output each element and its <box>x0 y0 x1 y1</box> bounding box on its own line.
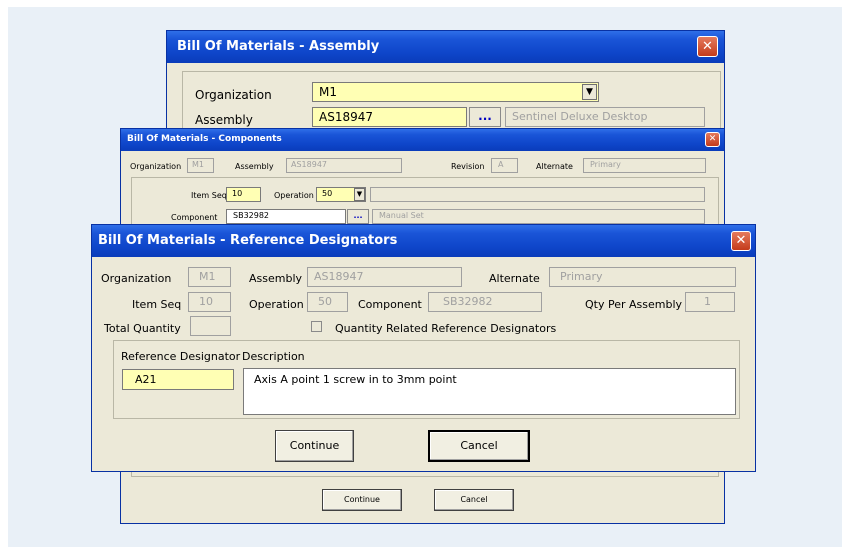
qty-per-assembly-label: Qty Per Assembly <box>585 298 683 311</box>
item-seq-field: 10 <box>188 292 231 312</box>
assembly-window: Bill Of Materials - Assembly ✕ Organizat… <box>166 30 725 140</box>
organization-label: Organization <box>130 162 182 171</box>
ref-designator-header: Reference Designator <box>121 350 241 363</box>
item-seq-label: Item Seq <box>191 191 227 200</box>
component-label: Component <box>358 298 422 311</box>
item-seq-input[interactable]: 10 <box>226 187 261 202</box>
total-quantity-field <box>190 316 231 336</box>
assembly-label: Assembly <box>235 162 274 171</box>
close-icon[interactable]: ✕ <box>697 36 718 57</box>
component-field: SB32982 <box>428 292 542 312</box>
refdes-titlebar[interactable]: Bill Of Materials - Reference Designator… <box>92 225 755 257</box>
organization-label: Organization <box>195 88 272 102</box>
organization-select[interactable]: M1 <box>312 82 599 102</box>
chevron-down-icon[interactable]: ▼ <box>582 84 597 100</box>
close-icon[interactable]: ✕ <box>731 231 751 251</box>
qty-related-label: Quantity Related Reference Designators <box>335 322 557 335</box>
alternate-label: Alternate <box>489 272 540 285</box>
alternate-field: Primary <box>549 267 736 287</box>
cancel-button[interactable]: Cancel <box>428 430 530 462</box>
qty-related-checkbox[interactable] <box>311 321 322 332</box>
revision-label: Revision <box>451 162 485 171</box>
assembly-titlebar[interactable]: Bill Of Materials - Assembly ✕ <box>167 31 724 63</box>
operation-value: 50 <box>322 189 333 198</box>
alternate-label: Alternate <box>536 162 573 171</box>
description-header: Description <box>242 350 305 363</box>
organization-label: Organization <box>101 272 172 285</box>
component-input[interactable]: SB32982 <box>226 209 346 224</box>
components-titlebar[interactable]: Bill Of Materials - Components ✕ <box>121 129 724 151</box>
total-quantity-label: Total Quantity <box>104 322 181 335</box>
organization-value: M1 <box>319 85 337 99</box>
organization-field: M1 <box>188 267 231 287</box>
continue-button[interactable]: Continue <box>275 430 354 462</box>
ref-designator-input[interactable]: A21 <box>122 369 234 390</box>
refdes-window: Bill Of Materials - Reference Designator… <box>91 224 756 472</box>
assembly-label: Assembly <box>249 272 303 285</box>
assembly-field: AS18947 <box>307 267 462 287</box>
revision-field: A <box>491 158 518 173</box>
assembly-description: Sentinel Deluxe Desktop <box>505 107 705 127</box>
operation-label: Operation <box>274 191 314 200</box>
component-description: Manual Set <box>372 209 705 224</box>
operation-field: 50 <box>307 292 348 312</box>
operation-description <box>370 187 705 202</box>
continue-button[interactable]: Continue <box>322 489 402 511</box>
operation-label: Operation <box>249 298 304 311</box>
component-label: Component <box>171 213 218 222</box>
component-lookup-button[interactable]: ... <box>347 209 369 224</box>
organization-field: M1 <box>187 158 214 173</box>
qty-per-assembly-field: 1 <box>685 292 735 312</box>
description-input[interactable]: Axis A point 1 screw in to 3mm point <box>243 368 736 415</box>
window-title: Bill Of Materials - Components <box>127 134 282 144</box>
assembly-value: AS18947 <box>319 110 373 124</box>
assembly-lookup-button[interactable]: ... <box>469 107 501 127</box>
assembly-label: Assembly <box>195 113 253 127</box>
chevron-down-icon[interactable]: ▼ <box>354 188 365 201</box>
window-title: Bill Of Materials - Reference Designator… <box>98 233 398 248</box>
assembly-input[interactable]: AS18947 <box>312 107 467 127</box>
cancel-button[interactable]: Cancel <box>434 489 514 511</box>
close-icon[interactable]: ✕ <box>705 132 720 147</box>
window-title: Bill Of Materials - Assembly <box>177 39 380 54</box>
item-seq-label: Item Seq <box>132 298 182 311</box>
alternate-field: Primary <box>583 158 706 173</box>
assembly-field: AS18947 <box>286 158 402 173</box>
